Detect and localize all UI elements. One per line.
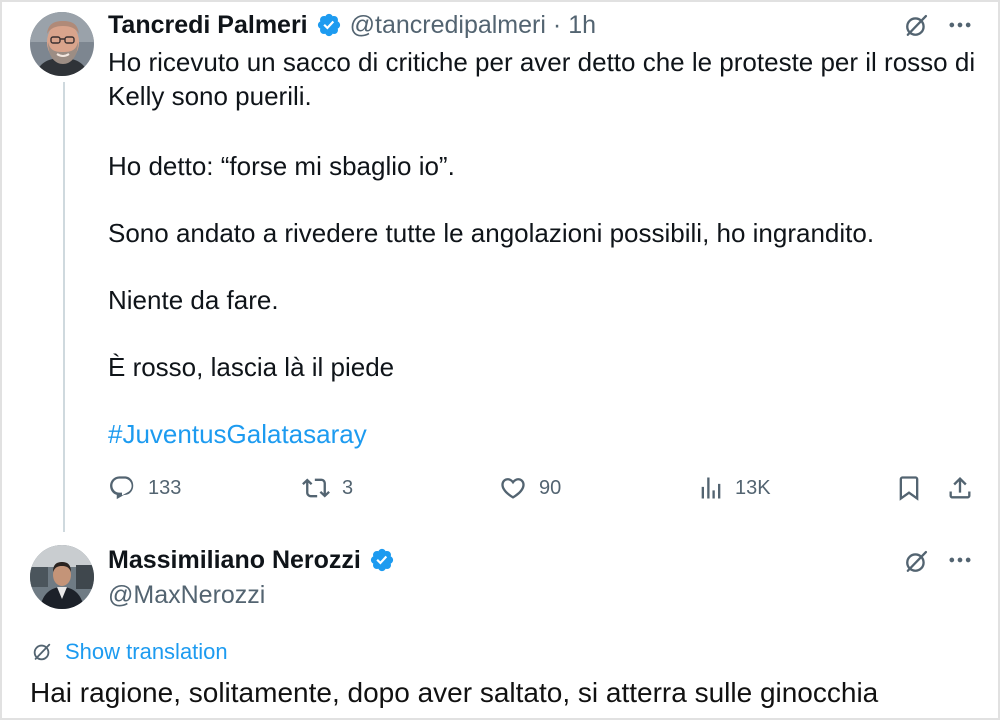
avatar[interactable] (30, 545, 94, 609)
verified-badge-icon (370, 548, 393, 572)
author-meta: @tancredipalmeri · 1h (350, 8, 596, 42)
hashtag-link[interactable]: #JuventusGalatasaray (108, 417, 975, 451)
bookmark-icon (899, 476, 919, 501)
tweet-text-line: Niente da fare. (108, 285, 279, 315)
avatar-photo (30, 12, 94, 76)
repost-count: 3 (342, 477, 354, 499)
avatar-photo (30, 545, 94, 609)
repost-button[interactable]: 3 (302, 472, 353, 504)
avatar[interactable] (30, 12, 94, 76)
share-button[interactable] (946, 472, 974, 504)
tweet-paragraph: #JuventusGalatasaray (108, 417, 975, 451)
show-translation-label: Show translation (65, 639, 228, 664)
grok-icon (906, 550, 928, 572)
repost-icon (302, 478, 330, 498)
more-icon (949, 22, 971, 28)
heart-icon (501, 478, 525, 499)
tweet-text-line: Ho detto: “forse mi sbaglio io”. (108, 151, 455, 181)
tweet-paragraph: È rosso, lascia là il piede (108, 350, 975, 384)
thread-line (63, 82, 65, 532)
author-handle[interactable]: @tancredipalmeri (350, 8, 546, 42)
more-button[interactable] (944, 544, 976, 576)
author-name[interactable]: Massimiliano Nerozzi (108, 543, 361, 577)
grok-button[interactable] (900, 546, 932, 578)
tweet-text: Ho ricevuto un sacco di critiche per ave… (108, 45, 975, 451)
more-button[interactable] (944, 9, 976, 41)
reply-header: Massimiliano Nerozzi (108, 543, 395, 577)
views-icon (701, 477, 721, 499)
tweet-text-line: Kelly sono puerili. (108, 81, 312, 111)
views-count: 13K (735, 477, 771, 499)
author-name[interactable]: Tancredi Palmeri (108, 8, 308, 42)
verified-badge-icon (317, 13, 340, 37)
tweet-text-line: È rosso, lascia là il piede (108, 352, 395, 382)
show-translation-button[interactable]: Show translation (31, 638, 228, 666)
tweet-header: Tancredi Palmeri @tancredipalmeri · 1h (108, 8, 596, 42)
grok-button[interactable] (900, 10, 932, 42)
author-handle[interactable]: @MaxNerozzi (108, 578, 265, 612)
timestamp[interactable]: 1h (568, 8, 596, 42)
reply-text: Hai ragione, solitamente, dopo aver salt… (30, 677, 879, 708)
reply-icon (110, 476, 134, 500)
tweet-paragraph: Ho detto: “forse mi sbaglio io”. (108, 149, 975, 183)
tweet-paragraph: Ho ricevuto un sacco di critiche per ave… (108, 45, 975, 113)
dot-separator: · (552, 11, 562, 39)
bookmark-button[interactable] (895, 472, 923, 504)
translate-icon (33, 643, 51, 661)
more-icon (949, 557, 971, 563)
tweet-paragraph: Sono andato a rivedere tutte le angolazi… (108, 216, 975, 250)
reply-count: 133 (148, 477, 182, 499)
grok-icon (906, 14, 928, 36)
tweet-text-line: Sono andato a rivedere tutte le angolazi… (108, 218, 875, 248)
tweet-paragraph: Niente da fare. (108, 283, 975, 317)
thread-view: Tancredi Palmeri @tancredipalmeri · 1h H… (0, 0, 1000, 720)
share-icon (949, 477, 971, 499)
tweet-text-line: Ho ricevuto un sacco di critiche per ave… (108, 47, 976, 77)
reply-button[interactable]: 133 (108, 472, 181, 504)
like-count: 90 (539, 477, 562, 499)
views-button[interactable]: 13K (697, 472, 771, 504)
like-button[interactable]: 90 (499, 472, 561, 504)
